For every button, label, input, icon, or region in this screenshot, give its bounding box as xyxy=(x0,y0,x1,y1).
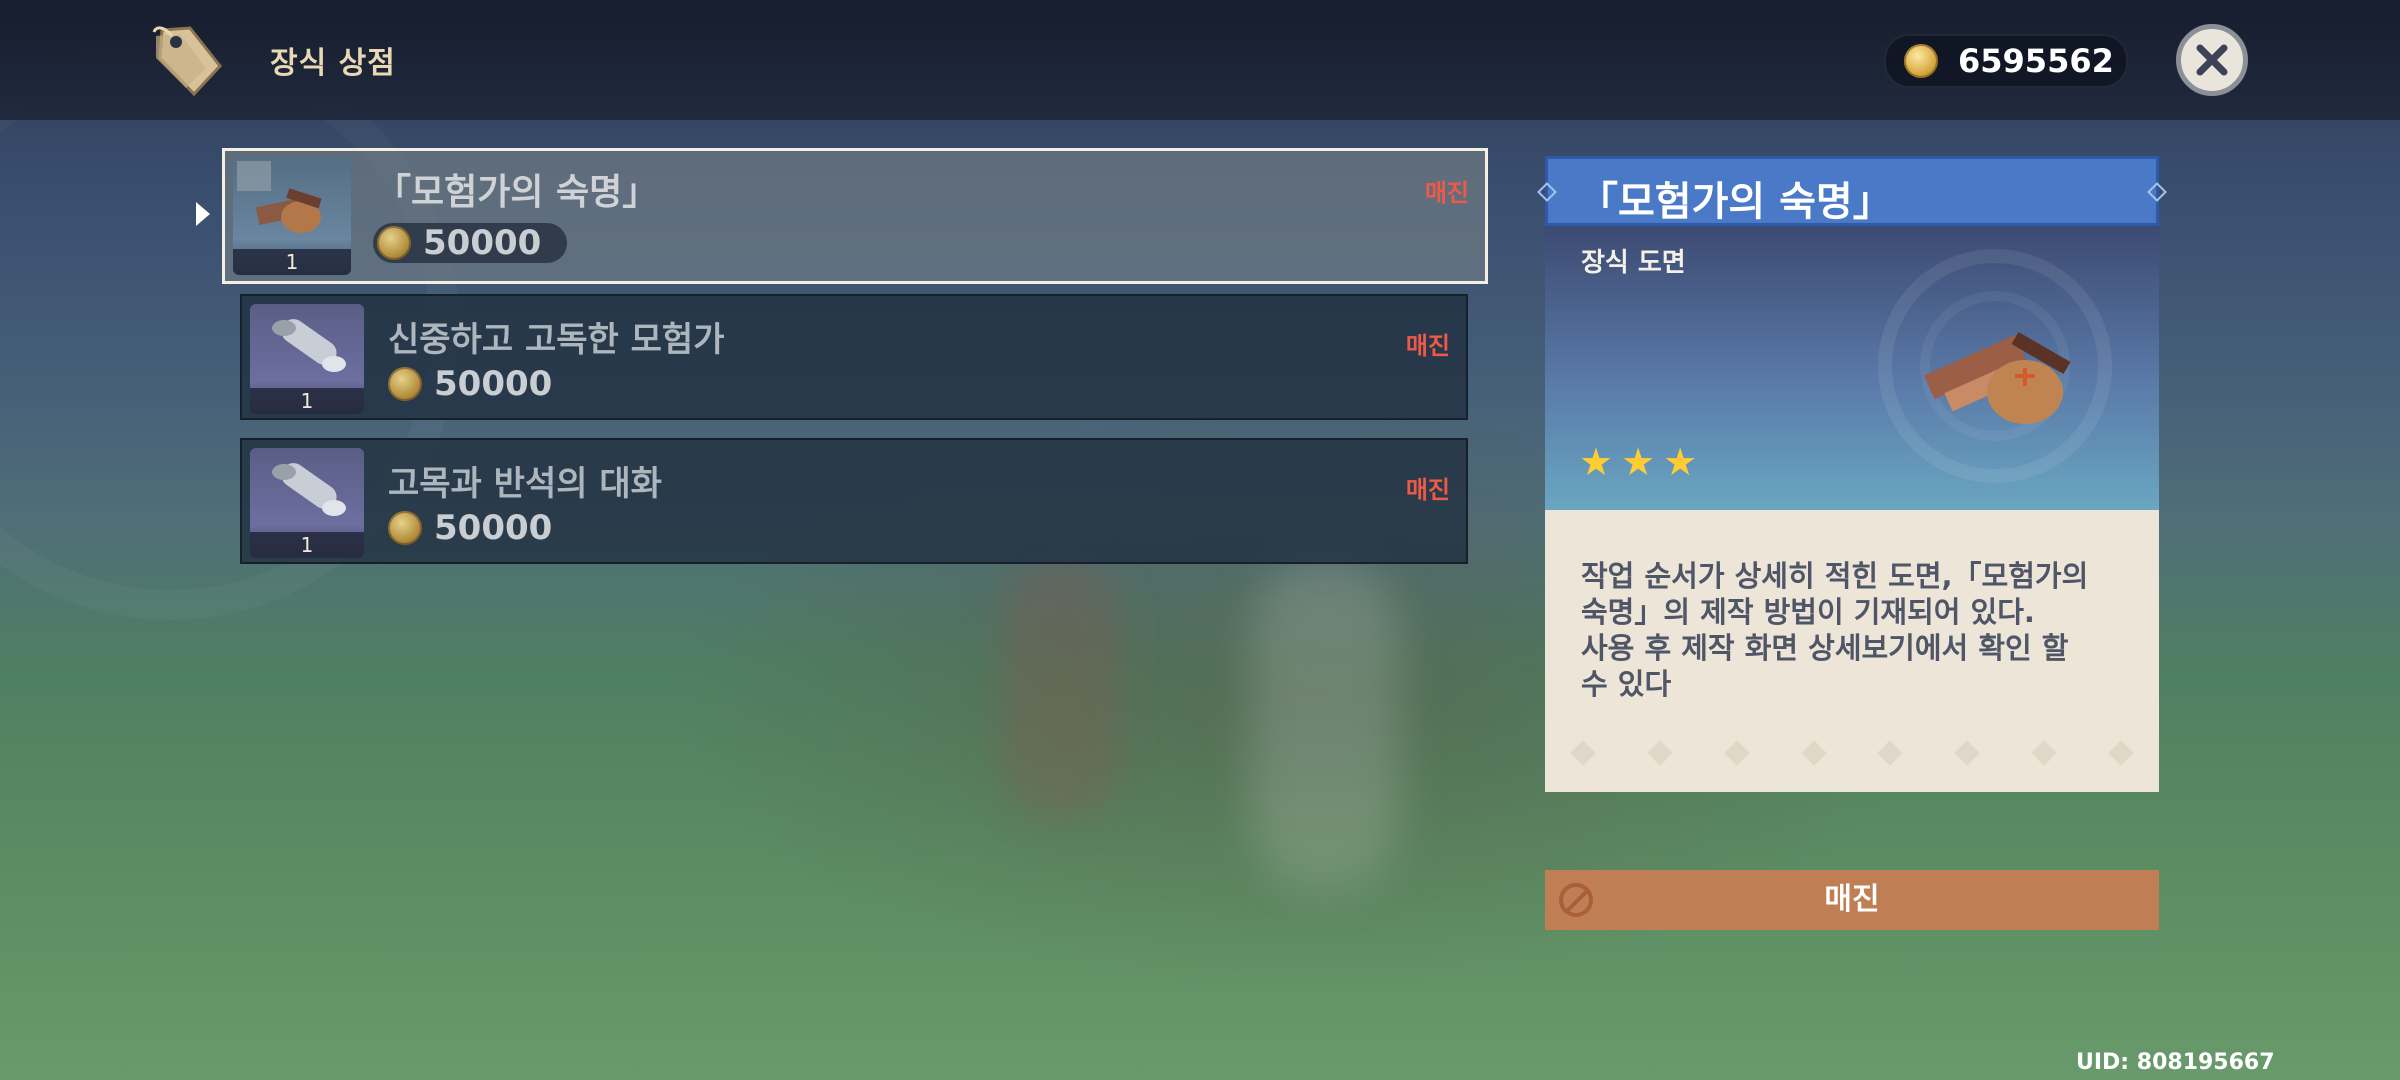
sold-out-label: 매진 xyxy=(1405,332,1450,360)
detail-title: 「모험가의 숙명」 xyxy=(1578,179,1893,225)
close-icon xyxy=(2196,44,2228,76)
star-icon: ★ xyxy=(1663,440,1698,484)
currency-amount: 6595562 xyxy=(1958,42,2114,80)
item-price-value: 50000 xyxy=(434,364,553,404)
item-quantity: 1 xyxy=(250,532,364,558)
item-name: 고목과 반석의 대화 xyxy=(388,464,662,504)
mora-coin-icon xyxy=(377,226,411,260)
uid-label: UID: 808195667 xyxy=(2076,1050,2275,1075)
shop-item[interactable]: 1 「모험가의 숙명」 50000 매진 xyxy=(222,148,1488,284)
blueprint-scroll-icon: 1 xyxy=(250,304,364,414)
item-price-value: 50000 xyxy=(423,223,542,263)
mora-coin-icon xyxy=(1904,44,1938,78)
background-figure xyxy=(1000,560,1120,820)
decorative-border xyxy=(1545,740,2159,766)
item-description: 작업 순서가 상세히 적힌 도면,「모험가의 숙명」의 제작 방법이 기재되어 … xyxy=(1581,559,2089,701)
item-type: 장식 도면 xyxy=(1581,248,1686,278)
star-icon: ★ xyxy=(1621,440,1656,484)
sold-out-label: 매진 xyxy=(1424,179,1469,207)
item-price: 50000 xyxy=(388,508,552,548)
mora-coin-icon xyxy=(388,511,422,545)
star-icon: ★ xyxy=(1579,440,1614,484)
item-quantity: 1 xyxy=(250,388,364,414)
adventurer-bag-icon: 1 xyxy=(233,157,351,275)
mora-coin-icon xyxy=(388,367,422,401)
detail-artwork: 장식 도면 ★ ★ ★ xyxy=(1545,226,2159,516)
button-label: 매진 xyxy=(1824,882,1880,917)
currency-display: 6595562 xyxy=(1884,34,2128,88)
diamond-ornament-icon xyxy=(2147,182,2167,202)
adventurer-bag-icon xyxy=(1924,331,2071,424)
detail-header: 「모험가의 숙명」 xyxy=(1537,156,2167,226)
item-price-value: 50000 xyxy=(434,508,553,548)
background-figure xyxy=(1250,560,1400,890)
item-name: 신중하고 고독한 모험가 xyxy=(388,320,725,360)
shop-item[interactable]: 1 고목과 반석의 대화 50000 매진 xyxy=(240,438,1468,564)
shop-title: 장식 상점 xyxy=(270,46,396,81)
item-quantity: 1 xyxy=(233,249,351,275)
rarity-stars: ★ ★ ★ xyxy=(1579,440,1697,484)
top-bar: 장식 상점 6595562 xyxy=(0,0,2400,120)
selection-arrow-icon xyxy=(196,202,210,226)
item-price: 50000 xyxy=(388,364,552,404)
blueprint-scroll-icon: 1 xyxy=(250,448,364,558)
diamond-ornament-icon xyxy=(1537,182,1557,202)
item-price: 50000 xyxy=(373,223,568,263)
sold-out-label: 매진 xyxy=(1405,476,1450,504)
item-detail-panel: 「모험가의 숙명」 장식 도면 ★ ★ ★ 작업 순서가 상세히 적힌 도면,「… xyxy=(1537,156,2167,792)
sold-out-button[interactable]: 매진 xyxy=(1545,870,2159,930)
description-box: 작업 순서가 상세히 적힌 도면,「모험가의 숙명」의 제작 방법이 기재되어 … xyxy=(1545,510,2159,792)
close-button[interactable] xyxy=(2176,24,2248,96)
shop-item[interactable]: 1 신중하고 고독한 모험가 50000 매진 xyxy=(240,294,1468,420)
price-tag-icon xyxy=(152,26,222,97)
item-name: 「모험가의 숙명」 xyxy=(375,172,659,213)
